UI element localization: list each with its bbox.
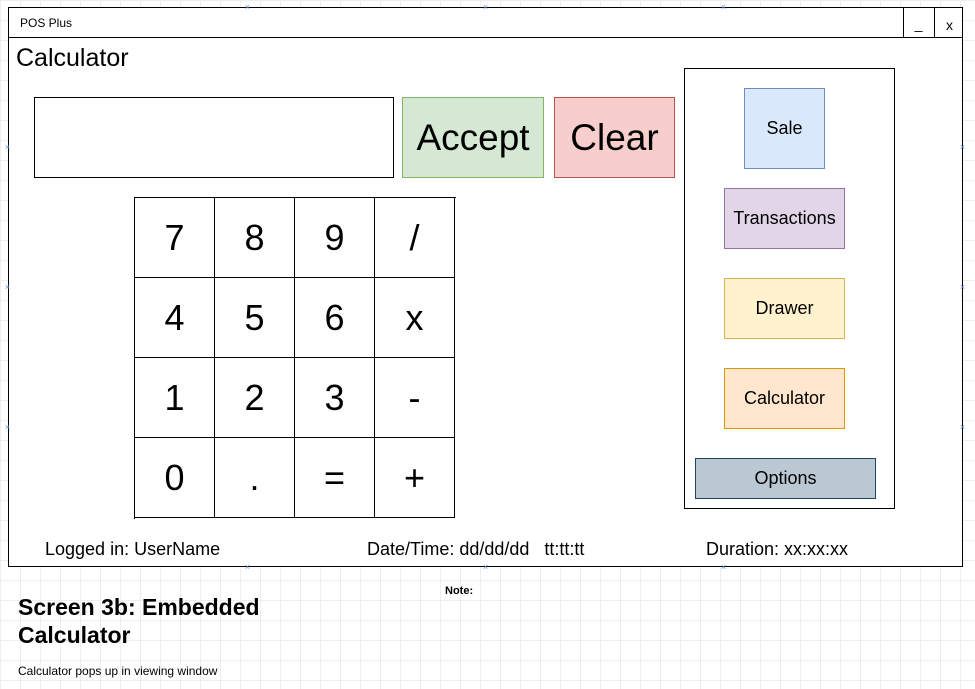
screen-title: Screen 3b: Embedded Calculator xyxy=(18,594,260,648)
key-1[interactable]: 1 xyxy=(135,358,215,438)
keypad: 7 8 9 / 4 5 6 x 1 2 3 - 0 . = + xyxy=(134,197,456,519)
pos-window: POS Plus _ x Calculator Accept Clear 7 8… xyxy=(8,7,963,567)
title-bar: POS Plus _ x xyxy=(9,8,962,38)
selection-handle-icon[interactable]: × xyxy=(4,283,11,292)
transactions-button[interactable]: Transactions xyxy=(724,188,845,249)
key-equals[interactable]: = xyxy=(295,438,375,518)
calculator-button[interactable]: Calculator xyxy=(724,368,845,429)
key-divide[interactable]: / xyxy=(375,198,455,278)
datetime-status: Date/Time: dd/dd/dd tt:tt:tt xyxy=(367,539,585,559)
selection-handle-icon[interactable]: × xyxy=(959,423,966,432)
key-7[interactable]: 7 xyxy=(135,198,215,278)
key-multiply[interactable]: x xyxy=(375,278,455,358)
sale-button[interactable]: Sale xyxy=(744,88,825,169)
selection-handle-icon[interactable]: × xyxy=(720,3,727,12)
selection-handle-icon[interactable]: × xyxy=(244,3,251,12)
selection-handle-icon[interactable]: × xyxy=(959,143,966,152)
accept-button[interactable]: Accept xyxy=(402,97,544,178)
key-2[interactable]: 2 xyxy=(215,358,295,438)
key-5[interactable]: 5 xyxy=(215,278,295,358)
selection-handle-icon[interactable]: × xyxy=(720,563,727,572)
key-9[interactable]: 9 xyxy=(295,198,375,278)
key-4[interactable]: 4 xyxy=(135,278,215,358)
clear-button[interactable]: Clear xyxy=(554,97,675,178)
selection-handle-icon[interactable]: × xyxy=(4,423,11,432)
screen-caption: Calculator pops up in viewing window xyxy=(18,664,218,678)
selection-handle-icon[interactable]: × xyxy=(4,143,11,152)
drawer-button[interactable]: Drawer xyxy=(724,278,845,339)
selection-handle-icon[interactable]: × xyxy=(482,563,489,572)
selection-handle-icon[interactable]: × xyxy=(959,283,966,292)
minimize-button[interactable]: _ xyxy=(903,8,933,37)
key-8[interactable]: 8 xyxy=(215,198,295,278)
key-decimal[interactable]: . xyxy=(215,438,295,518)
key-3[interactable]: 3 xyxy=(295,358,375,438)
key-add[interactable]: + xyxy=(375,438,455,518)
app-title: POS Plus xyxy=(20,16,73,30)
calculator-display[interactable] xyxy=(34,97,394,178)
key-0[interactable]: 0 xyxy=(135,438,215,518)
selection-handle-icon[interactable]: × xyxy=(482,3,489,12)
logged-in-status: Logged in: UserName xyxy=(45,539,221,559)
navigation-panel: Sale Transactions Drawer Calculator Opti… xyxy=(684,68,895,509)
options-button[interactable]: Options xyxy=(695,458,876,499)
selection-handle-icon[interactable]: × xyxy=(244,563,251,572)
key-subtract[interactable]: - xyxy=(375,358,455,438)
duration-status: Duration: xx:xx:xx xyxy=(706,539,849,559)
close-button[interactable]: x xyxy=(934,8,964,37)
key-6[interactable]: 6 xyxy=(295,278,375,358)
page-title: Calculator xyxy=(16,44,129,72)
note-label: Note: xyxy=(445,585,474,597)
